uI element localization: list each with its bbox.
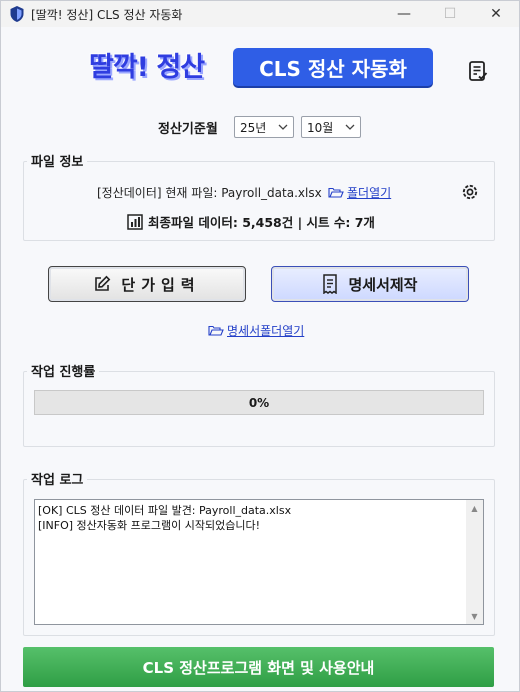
usage-guide-button[interactable]: CLS 정산프로그램 화면 및 사용안내 [23, 647, 494, 687]
folder-icon [208, 325, 224, 336]
logo-text: 딸깍! 정산 [89, 52, 205, 83]
app-shield-icon [10, 6, 24, 22]
statement-button[interactable]: 명세서제작 [271, 266, 469, 302]
folder-icon [328, 187, 344, 198]
chart-icon [127, 213, 143, 230]
maximize-button[interactable]: ☐ [427, 1, 473, 27]
progress-bar: 0% [34, 390, 484, 415]
log-textarea[interactable]: [OK] CLS 정산 데이터 파일 발견: Payroll_data.xlsx… [34, 499, 484, 625]
receipt-icon [323, 274, 338, 294]
price-input-label: 단가입력 [121, 275, 201, 294]
logo-badge: CLS 정산 자동화 [233, 48, 433, 86]
open-statement-folder-link[interactable]: 명세서폴더열기 [208, 322, 304, 339]
file-info-title: 파일 정보 [27, 151, 88, 170]
log-line: [OK] CLS 정산 데이터 파일 발견: Payroll_data.xlsx [38, 504, 292, 517]
price-input-button[interactable]: 단가입력 [48, 266, 246, 302]
title-bar: [딸깍! 정산] CLS 정산 자동화 — ☐ ✕ [1, 1, 519, 27]
log-title: 작업 로그 [27, 469, 88, 488]
year-select-value: 25년 [240, 120, 267, 135]
edit-icon [95, 275, 111, 291]
statement-label: 명세서제작 [348, 275, 418, 294]
progress-text: 0% [248, 395, 270, 410]
open-folder-link[interactable]: 폴더열기 [328, 184, 391, 201]
document-check-icon[interactable] [467, 60, 489, 82]
open-statement-folder-label: 명세서폴더열기 [227, 324, 305, 338]
log-lines: [OK] CLS 정산 데이터 파일 발견: Payroll_data.xlsx… [38, 503, 463, 533]
period-label: 정산기준월 [158, 122, 218, 137]
log-scrollbar[interactable]: ▲ ▼ [466, 500, 483, 624]
scroll-down-arrow-icon[interactable]: ▼ [466, 608, 483, 624]
progress-title: 작업 진행률 [27, 361, 100, 380]
close-button[interactable]: ✕ [473, 1, 519, 27]
month-select-value: 10월 [307, 120, 334, 135]
minimize-button[interactable]: — [381, 1, 427, 27]
year-select[interactable]: 25년 [234, 116, 294, 138]
chevron-down-icon [278, 124, 288, 130]
scroll-up-arrow-icon[interactable]: ▲ [466, 500, 483, 516]
file-stats-text: 최종파일 데이터: 5,458건 | 시트 수: 7개 [148, 215, 375, 230]
log-line: [INFO] 정산자동화 프로그램이 시작되었습니다! [38, 519, 260, 532]
current-file-text: [정산데이터] 현재 파일: Payroll_data.xlsx [97, 186, 322, 200]
file-stats: 최종파일 데이터: 5,458건 | 시트 수: 7개 [127, 212, 375, 231]
open-folder-label: 폴더열기 [347, 186, 392, 200]
chevron-down-icon [345, 124, 355, 130]
window-title: [딸깍! 정산] CLS 정산 자동화 [31, 8, 183, 22]
app-window: [딸깍! 정산] CLS 정산 자동화 — ☐ ✕ 딸깍! 정산 CLS 정산 … [0, 0, 520, 692]
month-select[interactable]: 10월 [301, 116, 361, 138]
gear-icon[interactable] [459, 181, 481, 203]
